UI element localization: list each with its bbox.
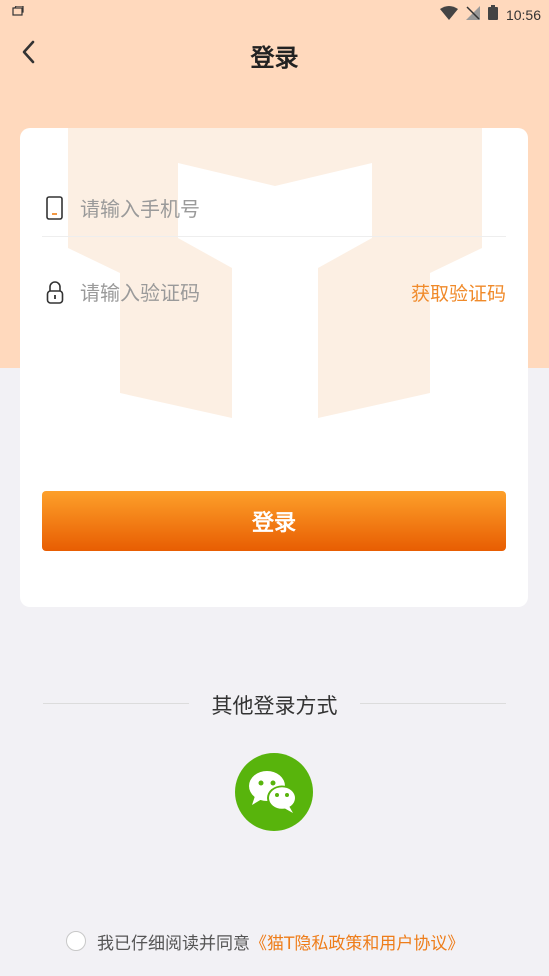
status-bar: 10:56 bbox=[0, 0, 549, 28]
wechat-login-button[interactable] bbox=[235, 753, 313, 831]
agree-checkbox[interactable] bbox=[66, 931, 86, 951]
lock-icon bbox=[44, 280, 66, 304]
field-divider bbox=[42, 236, 506, 237]
page-title: 登录 bbox=[250, 44, 299, 72]
title-bar: 登录 bbox=[0, 30, 549, 78]
privacy-policy-link[interactable]: 《猫T隐私政策和用户协议》 bbox=[250, 929, 464, 954]
divider-right bbox=[360, 703, 506, 704]
agreement-text: 我已仔细阅读并同意 bbox=[97, 933, 250, 954]
phone-icon bbox=[44, 196, 66, 220]
code-field: 获取验证码 bbox=[42, 270, 506, 316]
wifi-icon bbox=[439, 5, 458, 24]
other-login-section: 其他登录方式 bbox=[43, 690, 506, 720]
code-input[interactable] bbox=[78, 270, 412, 316]
status-time: 10:56 bbox=[505, 6, 541, 23]
login-card: 获取验证码 登录 bbox=[20, 128, 528, 607]
battery-icon bbox=[487, 5, 498, 24]
phone-input[interactable] bbox=[78, 186, 412, 232]
wechat-icon bbox=[249, 771, 297, 813]
agreement-row: 我已仔细阅读并同意 《猫T隐私政策和用户协议》 bbox=[66, 929, 464, 954]
login-button[interactable]: 登录 bbox=[42, 491, 506, 551]
phone-field bbox=[42, 186, 506, 232]
other-login-title: 其他登录方式 bbox=[211, 694, 338, 718]
notification-icon bbox=[12, 5, 24, 19]
get-code-button[interactable]: 获取验证码 bbox=[411, 279, 506, 306]
signal-off-icon bbox=[465, 5, 480, 24]
